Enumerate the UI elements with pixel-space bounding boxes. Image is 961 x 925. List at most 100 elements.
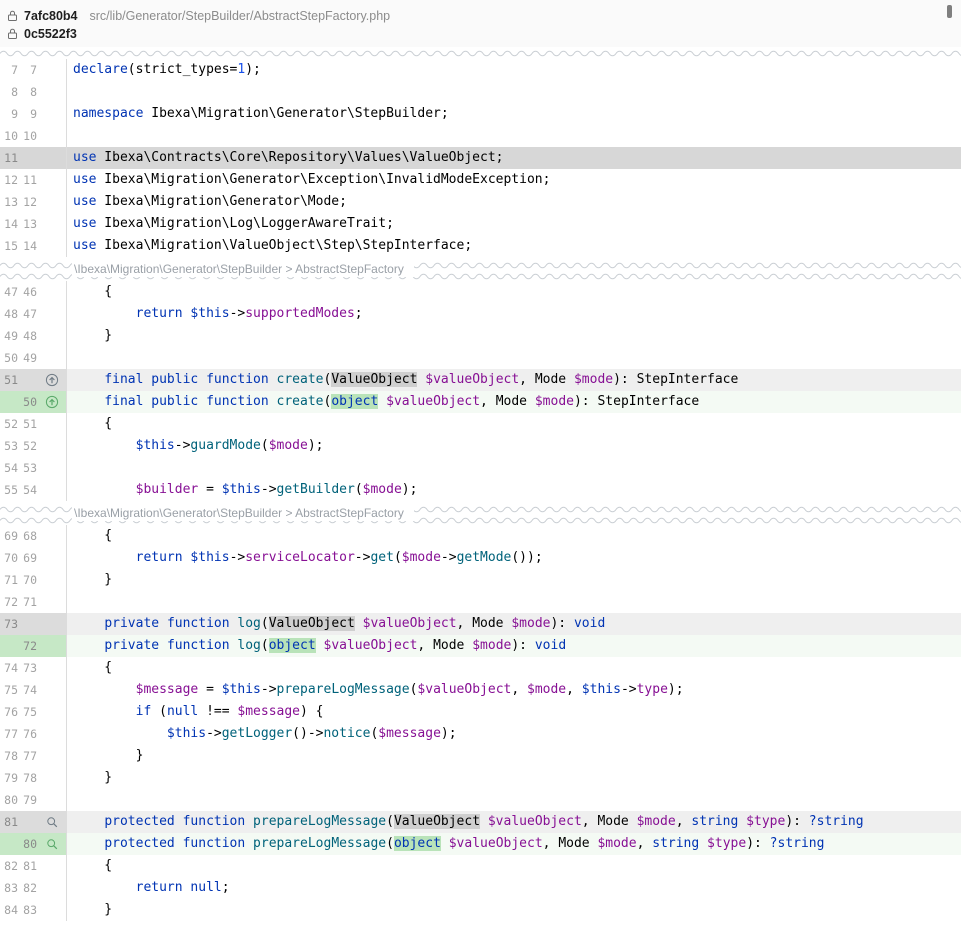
diff-line: 7069 return $this->serviceLocator->get($… xyxy=(0,547,961,569)
line-number-new: 13 xyxy=(21,217,37,231)
scrollbar-thumb[interactable] xyxy=(947,5,952,18)
gutter-icon-slot xyxy=(40,435,64,457)
code-line: use Ibexa\Migration\Log\LoggerAwareTrait… xyxy=(67,213,961,235)
diff-viewer: 7afc80b4 src/lib/Generator/StepBuilder/A… xyxy=(0,0,961,925)
diff-line: 7776 $this->getLogger()->notice($message… xyxy=(0,723,961,745)
gutter-icon-slot xyxy=(40,833,64,855)
diff-line: 5453 xyxy=(0,457,961,479)
line-number-old: 11 xyxy=(2,151,18,165)
line-gutter: 5554 xyxy=(0,479,67,501)
code-line: return $this->supportedModes; xyxy=(67,303,961,325)
line-number-new: 81 xyxy=(21,859,37,873)
line-number-old: 79 xyxy=(2,771,18,785)
fold-separator[interactable]: \Ibexa\Migration\Generator\StepBuilder >… xyxy=(0,257,961,281)
line-number-new: 74 xyxy=(21,683,37,697)
code-line: if (null !== $message) { xyxy=(67,701,961,723)
commit-hash-old[interactable]: 7afc80b4 xyxy=(24,9,78,23)
code-line: return $this->serviceLocator->get($mode-… xyxy=(67,547,961,569)
override-method-icon[interactable] xyxy=(45,373,59,387)
file-path: src/lib/Generator/StepBuilder/AbstractSt… xyxy=(90,9,391,23)
override-method-icon[interactable] xyxy=(45,395,59,409)
code-line: declare(strict_types=1); xyxy=(67,59,961,81)
code-line xyxy=(67,789,961,811)
line-number-old: 78 xyxy=(2,749,18,763)
diff-line: 1312use Ibexa\Migration\Generator\Mode; xyxy=(0,191,961,213)
line-gutter: 5352 xyxy=(0,435,67,457)
code-line: private function log(object $valueObject… xyxy=(67,635,961,657)
line-number-new: 82 xyxy=(21,881,37,895)
line-number-old: 77 xyxy=(2,727,18,741)
line-number-old: 51 xyxy=(2,373,18,387)
line-gutter: 7069 xyxy=(0,547,67,569)
line-gutter: 1514 xyxy=(0,235,67,257)
line-number-new: 9 xyxy=(21,107,37,121)
line-number-old: 71 xyxy=(2,573,18,587)
line-number-new: 77 xyxy=(21,749,37,763)
line-number-new: 46 xyxy=(21,285,37,299)
line-number-new: 47 xyxy=(21,307,37,321)
line-number-new: 50 xyxy=(21,395,37,409)
line-gutter: 5251 xyxy=(0,413,67,435)
code-line: $this->getLogger()->notice($message); xyxy=(67,723,961,745)
line-number-new: 78 xyxy=(21,771,37,785)
diff-line: 88 xyxy=(0,81,961,103)
diff-line: 1413use Ibexa\Migration\Log\LoggerAwareT… xyxy=(0,213,961,235)
magnifier-icon[interactable] xyxy=(45,815,59,829)
diff-line: 99namespace Ibexa\Migration\Generator\St… xyxy=(0,103,961,125)
commit-hash-new[interactable]: 0c5522f3 xyxy=(24,27,77,41)
line-gutter: 6968 xyxy=(0,525,67,547)
gutter-icon-slot xyxy=(40,191,64,213)
line-number-new: 73 xyxy=(21,661,37,675)
diff-line: 4847 return $this->supportedModes; xyxy=(0,303,961,325)
gutter-icon-slot xyxy=(40,745,64,767)
line-gutter: 7675 xyxy=(0,701,67,723)
gutter-icon-slot xyxy=(40,613,64,635)
line-gutter: 4847 xyxy=(0,303,67,325)
gutter-icon-slot xyxy=(40,855,64,877)
line-gutter: 1413 xyxy=(0,213,67,235)
gutter-icon-slot xyxy=(40,169,64,191)
code-line: use Ibexa\Contracts\Core\Repository\Valu… xyxy=(67,147,961,169)
line-number-new: 53 xyxy=(21,461,37,475)
line-number-new: 72 xyxy=(21,639,37,653)
line-number-new: 54 xyxy=(21,483,37,497)
diff-line: 7574 $message = $this->prepareLogMessage… xyxy=(0,679,961,701)
gutter-icon-slot xyxy=(40,547,64,569)
gutter-icon-slot xyxy=(40,391,64,413)
line-number-new: 48 xyxy=(21,329,37,343)
gutter-icon-slot xyxy=(40,899,64,921)
line-number-old: 55 xyxy=(2,483,18,497)
code-line: } xyxy=(67,325,961,347)
line-gutter: 7776 xyxy=(0,723,67,745)
diff-line: 8382 return null; xyxy=(0,877,961,899)
line-number-old: 14 xyxy=(2,217,18,231)
fold-separator[interactable]: \Ibexa\Migration\Generator\StepBuilder >… xyxy=(0,501,961,525)
line-number-old: 8 xyxy=(2,85,18,99)
code-line xyxy=(67,125,961,147)
code-line: } xyxy=(67,569,961,591)
line-number-new: 80 xyxy=(21,837,37,851)
code-line: } xyxy=(67,899,961,921)
gutter-icon-slot xyxy=(40,213,64,235)
diff-line: 7473 { xyxy=(0,657,961,679)
gutter-icon-slot xyxy=(40,479,64,501)
line-gutter: 4746 xyxy=(0,281,67,303)
line-number-old: 52 xyxy=(2,417,18,431)
line-gutter: 8483 xyxy=(0,899,67,921)
line-gutter: 73 xyxy=(0,613,67,635)
code-line: private function log(ValueObject $valueO… xyxy=(67,613,961,635)
line-number-old: 9 xyxy=(2,107,18,121)
diff-line: 5251 { xyxy=(0,413,961,435)
line-number-new: 11 xyxy=(21,173,37,187)
lock-icon xyxy=(6,28,18,41)
gutter-icon-slot xyxy=(40,457,64,479)
line-gutter: 7170 xyxy=(0,569,67,591)
line-gutter: 50 xyxy=(0,391,67,413)
code-line: $this->guardMode($mode); xyxy=(67,435,961,457)
line-number-new: 51 xyxy=(21,417,37,431)
diff-line: 8079 xyxy=(0,789,961,811)
line-gutter: 7271 xyxy=(0,591,67,613)
magnifier-icon[interactable] xyxy=(45,837,59,851)
line-number-new: 7 xyxy=(21,63,37,77)
diff-line: 1010 xyxy=(0,125,961,147)
